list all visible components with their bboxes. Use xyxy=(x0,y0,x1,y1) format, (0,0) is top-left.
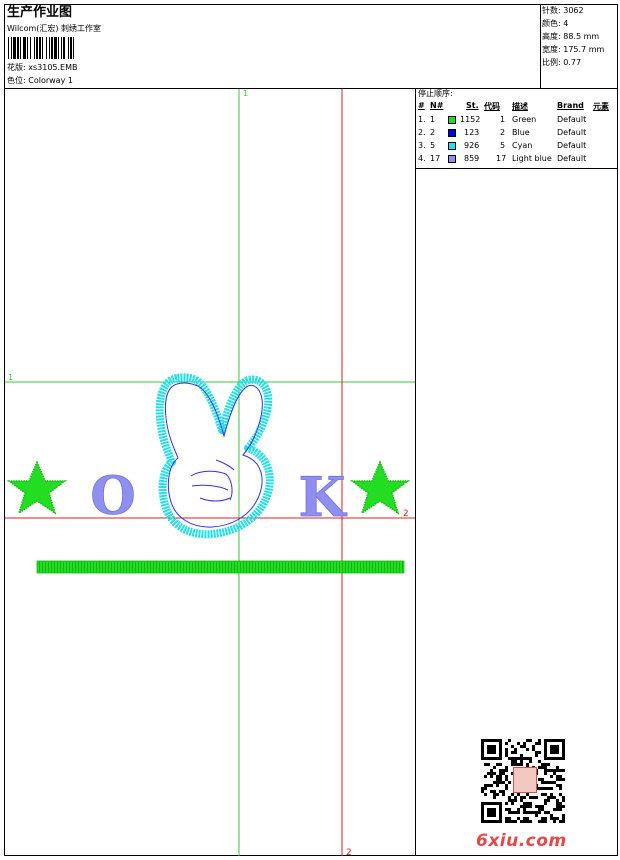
col-description: 描述 xyxy=(512,102,528,111)
col-element: 元素 xyxy=(593,102,609,111)
company-name: Wilcom(汇宏) 刺绣工作室 xyxy=(7,24,102,33)
design-file: 花版: xs3105.EMB xyxy=(7,63,78,72)
page-title: 生产作业图 xyxy=(7,5,73,20)
color-swatch xyxy=(448,155,456,163)
color-swatch xyxy=(448,129,456,137)
stat-scale: 比例: 0.77 xyxy=(542,58,582,67)
col-brand: Brand xyxy=(557,101,584,110)
sidebar-divider xyxy=(415,88,416,856)
table-row: 1. 1 1152 1 Green Default xyxy=(418,115,587,124)
stamp-seal xyxy=(513,767,537,793)
table-row: 3. 5 926 5 Cyan Default xyxy=(418,141,587,150)
header-bottom-rule xyxy=(4,88,618,89)
stat-stitches: 针数: 3062 xyxy=(542,6,584,15)
col-stitches: St. xyxy=(466,101,479,110)
color-swatch xyxy=(448,116,456,124)
table-bottom-rule xyxy=(415,168,618,169)
color-swatch xyxy=(448,142,456,150)
stat-colors: 颜色: 4 xyxy=(542,19,569,28)
stat-width: 宽度: 175.7 mm xyxy=(542,45,605,54)
colorway: 色位: Colorway 1 xyxy=(7,76,73,85)
table-row: 4. 17 859 17 Light blue Default xyxy=(418,154,587,163)
watermark-text: 6xiu.com xyxy=(476,831,567,851)
stop-sequence-title: 停止顺序: xyxy=(418,89,453,98)
col-needle: N# xyxy=(430,101,444,110)
header-divider xyxy=(540,4,541,88)
col-index: # xyxy=(418,101,425,110)
col-code: 代码 xyxy=(484,102,500,111)
table-row: 2. 2 123 2 Blue Default xyxy=(418,128,587,137)
stat-height: 高度: 88.5 mm xyxy=(542,32,600,41)
